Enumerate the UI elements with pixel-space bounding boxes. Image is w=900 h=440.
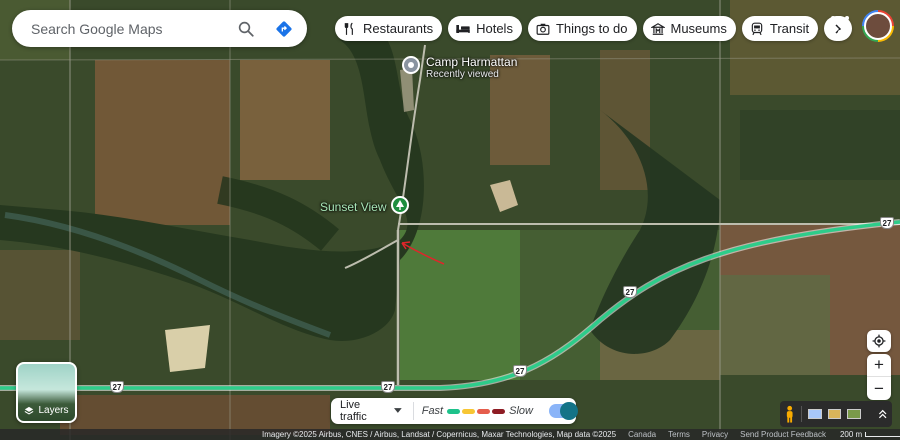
traffic-legend-very-slow: [492, 408, 506, 414]
traffic-legend-fast: [447, 408, 461, 414]
category-chips: Restaurants Hotels Things to do Museums …: [335, 16, 853, 41]
imagery-thumb-3[interactable]: [847, 409, 861, 419]
search-icon[interactable]: [234, 17, 258, 41]
road-shield: 27: [513, 365, 527, 377]
live-traffic-label: Live traffic: [340, 399, 367, 423]
search-box[interactable]: [12, 10, 307, 47]
scale-bar[interactable]: 200 m: [840, 430, 900, 439]
road-shield: 27: [623, 286, 637, 298]
zoom-out-button[interactable]: −: [867, 377, 891, 400]
chip-label: Transit: [769, 21, 810, 36]
chip-label: Restaurants: [363, 21, 434, 36]
layers-icon: [25, 406, 34, 415]
live-traffic-dropdown[interactable]: Live traffic: [331, 399, 402, 423]
restaurant-icon: [342, 21, 358, 37]
road-shield: 27: [381, 381, 395, 393]
chip-label: Hotels: [476, 21, 513, 36]
scale-label: 200 m: [839, 430, 863, 439]
traffic-fast-label: Fast: [421, 405, 444, 417]
layers-label: Layers: [38, 405, 69, 416]
link-terms[interactable]: Terms: [668, 430, 690, 439]
camp-harmattan-pin[interactable]: [402, 56, 420, 74]
crosshair-icon: [872, 334, 886, 348]
sunset-view-label[interactable]: Sunset View: [320, 200, 387, 214]
search-input[interactable]: [31, 20, 231, 37]
link-privacy[interactable]: Privacy: [702, 430, 728, 439]
traffic-slow-label: Slow: [509, 405, 533, 417]
tree-icon: [396, 200, 404, 210]
traffic-legend-slow: [477, 408, 491, 414]
expand-up-icon[interactable]: [877, 408, 888, 420]
zoom-controls: + −: [867, 354, 891, 400]
place-subtitle: Recently viewed: [426, 69, 499, 80]
directions-icon[interactable]: [272, 17, 296, 41]
camera-icon: [535, 21, 551, 37]
place-name: Camp Harmattan: [426, 55, 518, 69]
imagery-attribution: Imagery ©2025 Airbus, CNES / Airbus, Lan…: [262, 430, 617, 439]
live-traffic-bar: Live traffic Fast Slow: [331, 398, 579, 424]
attribution-bar: Imagery ©2025 Airbus, CNES / Airbus, Lan…: [0, 429, 900, 440]
museum-icon: [650, 21, 666, 37]
traffic-toggle[interactable]: [548, 402, 579, 420]
link-feedback[interactable]: Send Product Feedback: [740, 430, 826, 439]
link-canada[interactable]: Canada: [628, 430, 656, 439]
zoom-in-button[interactable]: +: [867, 354, 891, 377]
chip-hotels[interactable]: Hotels: [448, 16, 522, 41]
bottom-tools: [780, 401, 892, 427]
road-shield: 27: [880, 217, 894, 229]
chip-museums[interactable]: Museums: [642, 16, 736, 41]
sunset-view-pin[interactable]: [391, 196, 409, 214]
chip-label: Museums: [670, 21, 727, 36]
imagery-thumb-1[interactable]: [808, 409, 822, 419]
transit-icon: [749, 21, 765, 37]
satellite-map[interactable]: Restaurants Hotels Things to do Museums …: [0, 0, 900, 440]
road-shield: 27: [110, 381, 124, 393]
pegman-icon[interactable]: [784, 405, 795, 423]
chip-things-to-do[interactable]: Things to do: [527, 16, 637, 41]
account-avatar[interactable]: [862, 10, 894, 42]
traffic-legend: [447, 408, 506, 414]
chip-transit[interactable]: Transit: [741, 16, 819, 41]
imagery-thumb-2[interactable]: [827, 409, 842, 419]
layers-button[interactable]: Layers: [16, 362, 77, 423]
camp-harmattan-label[interactable]: Camp Harmattan Recently viewed: [426, 55, 517, 80]
hotel-icon: [455, 21, 471, 37]
chip-restaurants[interactable]: Restaurants: [335, 16, 443, 41]
place-name: Sunset View: [320, 200, 387, 214]
apps-grid-icon[interactable]: [830, 15, 850, 35]
caret-down-icon: [394, 408, 402, 413]
chip-label: Things to do: [555, 21, 628, 36]
traffic-legend-moderate: [462, 408, 476, 414]
my-location-button[interactable]: [867, 330, 891, 352]
